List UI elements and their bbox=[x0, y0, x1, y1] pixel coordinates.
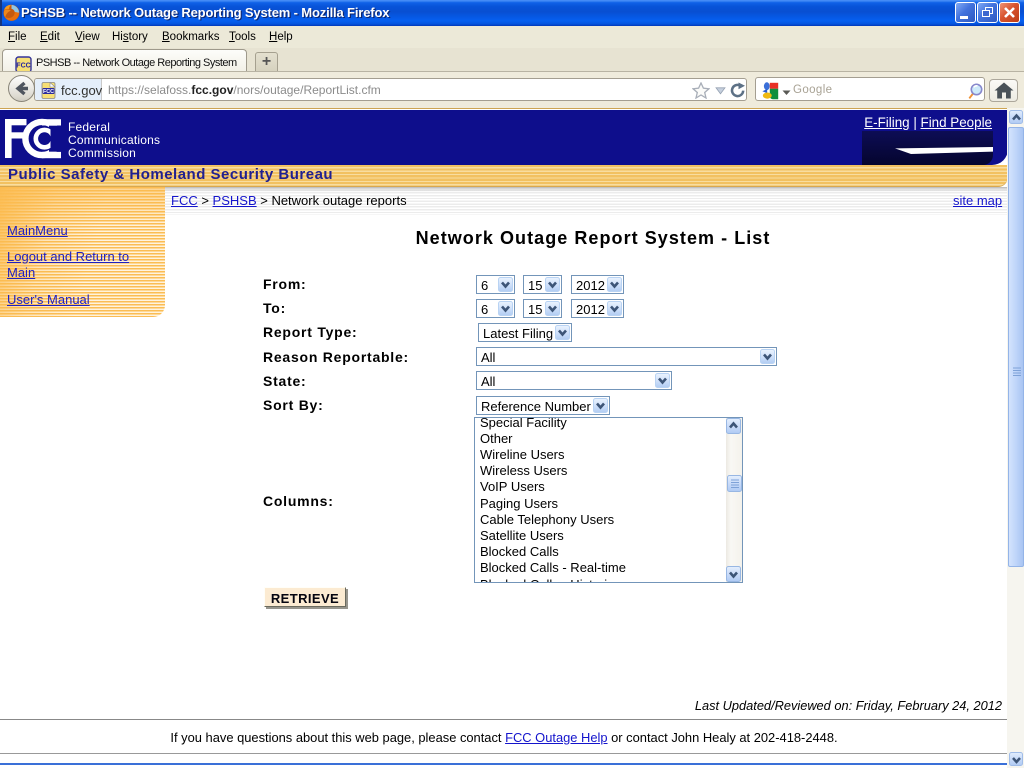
svg-text:FCC: FCC bbox=[16, 63, 30, 70]
svg-text:FCC: FCC bbox=[43, 88, 54, 94]
